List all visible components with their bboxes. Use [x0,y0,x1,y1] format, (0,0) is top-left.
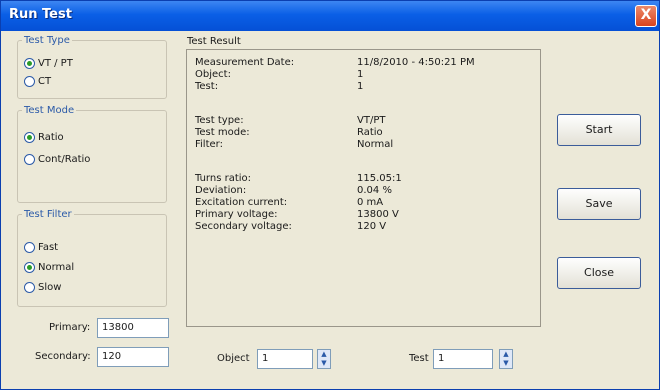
secondary-label: Secondary: [35,351,91,362]
radio-ct-label: CT [38,76,52,87]
radio-checked-icon[interactable] [24,132,35,143]
test-filter-group: Test Filter Fast Normal Slow [17,209,167,307]
radio-checked-icon[interactable] [24,262,35,273]
test-spinner-icon[interactable]: ▲ ▼ [499,349,513,369]
object-spinner-icon[interactable]: ▲ ▼ [317,349,331,369]
result-key: Deviation: [195,185,247,196]
radio-icon[interactable] [24,282,35,293]
result-key: Test type: [195,115,244,126]
radio-icon[interactable] [24,242,35,253]
test-label: Test [409,353,429,364]
result-value: 1 [357,81,364,92]
test-filter-legend: Test Filter [24,209,72,220]
close-icon[interactable]: X [635,5,657,27]
run-test-dialog: Run Test X Test Type VT / PT CT Test Mod… [0,0,660,390]
secondary-input[interactable]: 120 [97,347,169,367]
test-type-group: Test Type VT / PT CT [17,35,167,99]
radio-ct[interactable]: CT [24,76,51,87]
primary-label: Primary: [49,322,91,333]
result-value: 1 [357,69,364,80]
radio-ratio-label: Ratio [38,132,64,143]
result-value: Ratio [357,127,383,138]
test-mode-group: Test Mode Ratio Cont/Ratio [17,105,167,203]
radio-vtpt-label: VT / PT [38,58,73,69]
result-key: Object: [195,69,231,80]
result-value: 11/8/2010 - 4:50:21 PM [357,57,475,68]
radio-cont-ratio-label: Cont/Ratio [38,154,91,165]
test-mode-legend: Test Mode [24,105,75,116]
radio-checked-icon[interactable] [24,58,35,69]
object-input[interactable]: 1 [257,349,313,369]
result-value: 0.04 % [357,185,392,196]
test-result-label: Test Result [187,36,241,47]
radio-slow-label: Slow [38,282,62,293]
result-key: Measurement Date: [195,57,295,68]
test-type-legend: Test Type [24,35,70,46]
result-key: Turns ratio: [195,173,252,184]
radio-slow[interactable]: Slow [24,282,61,293]
radio-cont-ratio[interactable]: Cont/Ratio [24,154,90,165]
result-key: Primary voltage: [195,209,278,220]
window-title: Run Test [9,7,72,22]
result-key: Test: [195,81,219,92]
save-button[interactable]: Save [557,188,641,220]
result-value: 115.05:1 [357,173,402,184]
title-bar[interactable]: Run Test X [1,1,659,31]
close-button[interactable]: Close [557,257,641,289]
result-value: 0 mA [357,197,384,208]
result-key: Secondary voltage: [195,221,292,232]
result-value: 13800 V [357,209,399,220]
result-value: VT/PT [357,115,386,126]
radio-fast[interactable]: Fast [24,242,58,253]
radio-normal-label: Normal [38,262,75,273]
result-value: 120 V [357,221,387,232]
object-label: Object [217,353,250,364]
result-key: Filter: [195,139,223,150]
test-input[interactable]: 1 [433,349,493,369]
start-button[interactable]: Start [557,114,641,146]
primary-input[interactable]: 13800 [97,318,169,338]
radio-vtpt[interactable]: VT / PT [24,58,73,69]
result-value: Normal [357,139,394,150]
result-key: Excitation current: [195,197,288,208]
test-result-panel: Measurement Date: 11/8/2010 - 4:50:21 PM… [186,49,541,327]
result-key: Test mode: [195,127,250,138]
radio-icon[interactable] [24,154,35,165]
radio-icon[interactable] [24,76,35,87]
radio-fast-label: Fast [38,242,59,253]
radio-ratio[interactable]: Ratio [24,132,64,143]
radio-normal[interactable]: Normal [24,262,74,273]
